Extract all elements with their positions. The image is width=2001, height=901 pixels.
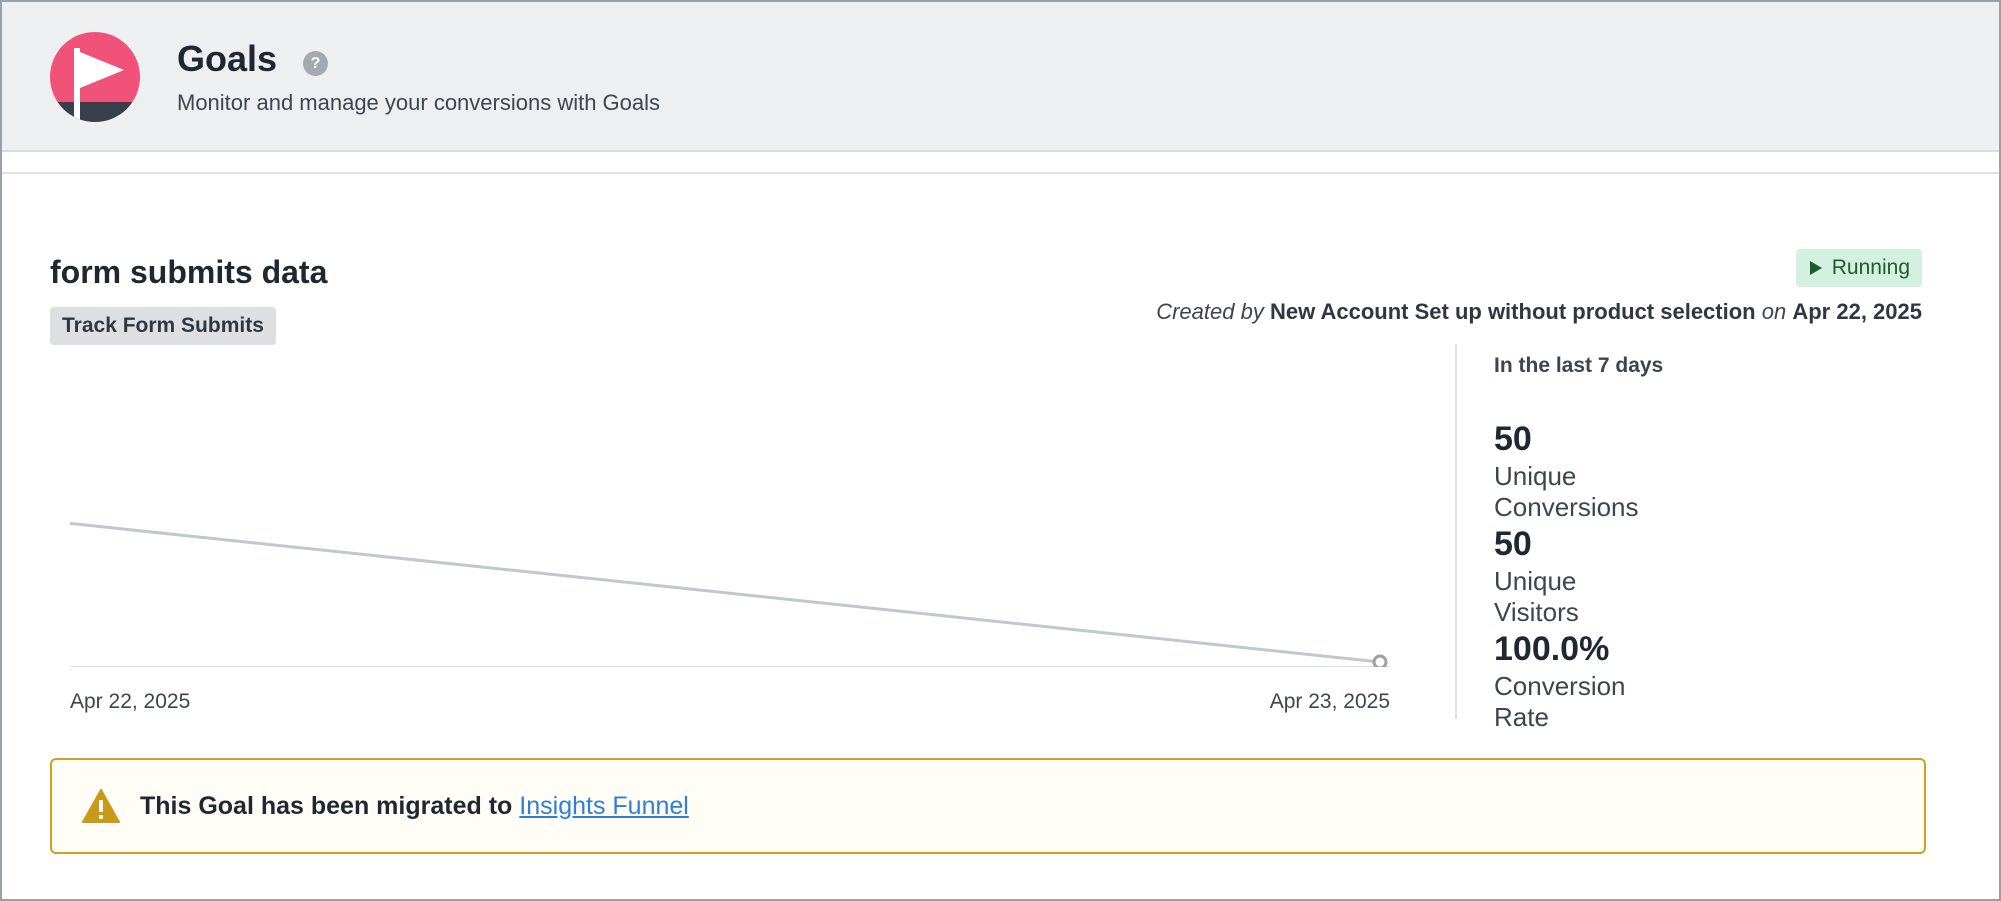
question-circle-icon[interactable]: ? (303, 51, 328, 76)
divider (2, 172, 1999, 174)
page-header: Goals ? Monitor and manage your conversi… (2, 2, 1999, 152)
created-date: Apr 22, 2025 (1792, 299, 1922, 324)
flag-icon (50, 32, 140, 122)
goal-name: form submits data (50, 254, 328, 290)
status-label: Running (1831, 256, 1910, 279)
stat-value: 50 (1494, 420, 1532, 458)
goal-type-tag: Track Form Submits (50, 307, 276, 345)
conversions-chart: Apr 22, 2025 Apr 23, 2025 (50, 347, 1390, 727)
created-by: New Account Set up without product selec… (1269, 299, 1756, 324)
created-on-word: on (1761, 299, 1787, 324)
vertical-divider (1455, 344, 1457, 719)
data-point[interactable] (1372, 654, 1388, 670)
stat-label: Unique Conversions (1494, 461, 1639, 522)
warning-triangle-icon (82, 789, 120, 823)
stat-label: Unique Visitors (1494, 566, 1579, 627)
page-subtitle: Monitor and manage your conversions with… (177, 90, 661, 115)
series-line (69, 521, 1381, 664)
stat-unique-conversions: 50 Unique Conversions (1494, 419, 1663, 523)
created-prefix: Created by (1156, 299, 1264, 324)
notice-text: This Goal has been migrated to (140, 791, 513, 820)
insights-funnel-link[interactable]: Insights Funnel (519, 792, 689, 821)
stats-panel: In the last 7 days 50 Unique Conversions… (1494, 354, 1664, 732)
chart-plot (69, 521, 1390, 670)
stat-unique-visitors: 50 Unique Visitors (1494, 524, 1663, 628)
x-tick-label: Apr 23, 2025 (1269, 690, 1390, 713)
play-icon (1809, 261, 1822, 275)
stats-heading: In the last 7 days (1494, 354, 1664, 377)
page-title: Goals (177, 38, 278, 79)
created-info: Created by New Account Set up without pr… (1156, 299, 1922, 325)
stat-conversion-rate: 100.0% Conversion Rate (1494, 629, 1663, 733)
migration-notice: This Goal has been migrated to Insights … (50, 758, 1926, 854)
stat-value: 50 (1494, 525, 1532, 563)
stat-label: Conversion Rate (1494, 671, 1626, 732)
x-tick-label: Apr 22, 2025 (70, 690, 191, 713)
goal-page: Goals ? Monitor and manage your conversi… (0, 0, 2001, 901)
status-badge: Running (1795, 249, 1922, 287)
stat-value: 100.0% (1494, 630, 1610, 668)
